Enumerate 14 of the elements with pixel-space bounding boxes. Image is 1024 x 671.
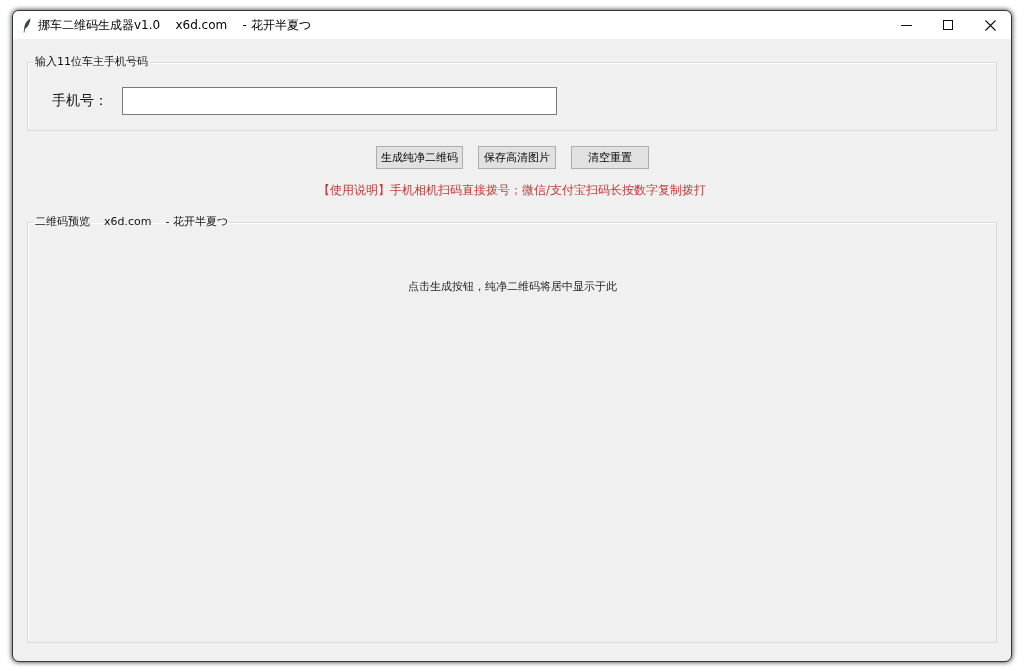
preview-message: 点击生成按钮，纯净二维码将居中显示于此: [407, 280, 617, 294]
usage-note: 【使用说明】手机相机扫码直接拨号；微信/支付宝扫码长按数字复制拨打: [318, 183, 706, 197]
phone-input-field[interactable]: [122, 87, 557, 115]
feather-icon: [23, 17, 31, 33]
action-button[interactable]: 保存高清图片: [477, 146, 556, 169]
action-button[interactable]: 清空重置: [570, 146, 649, 169]
group-title: 二维码预览 x6d.com - 花开半夏つ: [34, 215, 229, 229]
window-title: 挪车二维码生成器v1.0 x6d.com - 花开半夏つ: [38, 17, 311, 33]
minimize-icon: [900, 24, 912, 26]
close-icon: [984, 19, 996, 31]
maximize-icon: [943, 20, 953, 30]
group-title: 输入11位车主手机号码: [34, 55, 149, 69]
action-button[interactable]: 生成纯净二维码: [375, 146, 463, 169]
phone-label: 手机号：: [52, 92, 109, 110]
